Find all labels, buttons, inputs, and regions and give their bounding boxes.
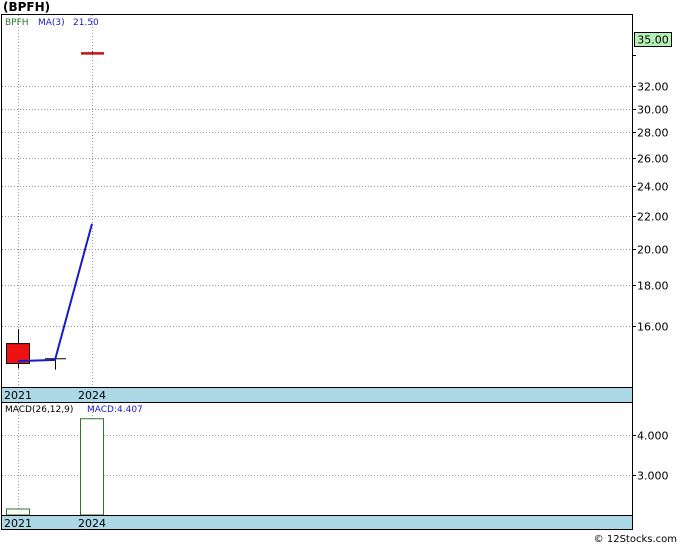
legend-ma-label: MA(3) <box>38 18 65 28</box>
price-y-tick-label: 24.00 <box>637 181 669 194</box>
macd-bar-2024 <box>80 418 104 516</box>
price-x-tick-2024: 2024 <box>78 389 106 402</box>
macd-legend-name: MACD(26,12,9) <box>5 405 73 415</box>
macd-y-tick-label: 4.000 <box>637 430 669 443</box>
macd-legend-value: MACD:4.407 <box>87 405 143 415</box>
price-y-tick-label: 20.00 <box>637 244 669 257</box>
legend-ma-value: 21.50 <box>73 18 99 28</box>
copyright: © 12Stocks.com <box>594 534 677 545</box>
macd-x-tick-2021: 2021 <box>4 517 32 530</box>
price-y-tick-label: 32.00 <box>637 81 669 94</box>
macd-y-tick-label: 3.000 <box>637 470 669 483</box>
legend-ticker: BPFH <box>5 18 29 28</box>
price-panel <box>1 14 633 403</box>
price-y-tick-label: 22.00 <box>637 211 669 224</box>
chart-title: (BPFH) <box>3 0 50 14</box>
stock-chart: 2021 2021 2024 2024 16.00 18.00 20.00 22.00 24.… <box>0 0 680 546</box>
price-y-tick-label: 26.00 <box>637 153 669 166</box>
price-y-tick-label: 28.00 <box>637 127 669 140</box>
y-tick-labels: 16.00 18.00 20.00 22.00 24.00 26.00 28.00 30.00… <box>632 55 669 483</box>
price-y-tick-label: 16.00 <box>637 321 669 334</box>
last-price-badge: 35.00 <box>637 34 669 47</box>
chart-svg: 2021 2021 2024 2024 16.00 18.00 20.00 22.00 24.… <box>1 0 677 545</box>
macd-x-tick-2024: 2024 <box>78 517 106 530</box>
price-x-tick-2021: 2021 <box>4 389 32 402</box>
price-y-tick-label: 30.00 <box>637 104 669 117</box>
price-y-tick-label: 18.00 <box>637 280 669 293</box>
macd-bar-2021 <box>6 508 30 516</box>
